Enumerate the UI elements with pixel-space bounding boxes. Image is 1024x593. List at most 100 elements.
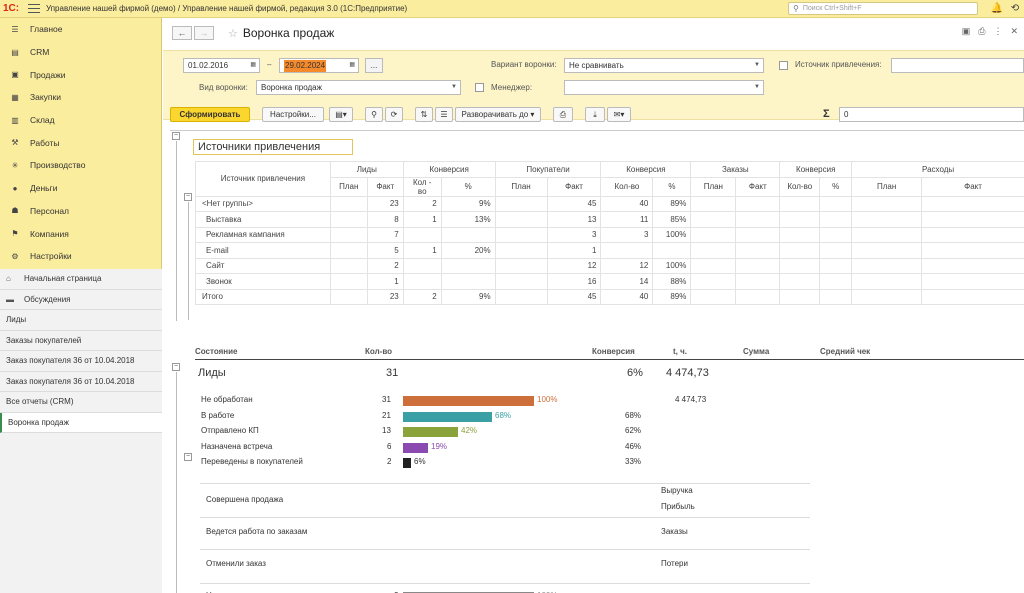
save-icon[interactable]: ▣	[962, 26, 971, 37]
print-button[interactable]: ⎙	[553, 107, 573, 122]
sidebar-item-company[interactable]: ⚑ Компания	[0, 222, 161, 245]
back-button[interactable]: ←	[172, 26, 192, 40]
print-icon[interactable]: ⎙	[978, 26, 985, 37]
source-name-cell[interactable]: Выставка	[195, 211, 331, 228]
collapse-icon[interactable]: −	[184, 453, 192, 461]
forward-button[interactable]: →	[194, 26, 214, 40]
source-name-cell[interactable]: Звонок	[195, 273, 331, 290]
source-select[interactable]	[891, 58, 1024, 73]
table-row[interactable]: Рекламная кампания 7 3 3 100%	[195, 226, 1024, 243]
date-from-field[interactable]: 01.02.2016 ▦	[183, 58, 260, 73]
table-cell: 40	[600, 288, 654, 305]
funnel-stage-label[interactable]: Не обработан	[201, 395, 253, 404]
table-cell: 100%	[652, 257, 692, 274]
sidebar-item-production[interactable]: ✳ Производство	[0, 154, 161, 177]
find-button[interactable]: ⚲	[365, 107, 383, 122]
sidebar-item-settings[interactable]: ⚙ Настройки	[0, 245, 161, 268]
variants-button[interactable]: ▤▾	[329, 107, 353, 122]
download-button[interactable]: ⤓	[585, 107, 605, 122]
sidebar-item-label: Продажи	[30, 69, 66, 80]
open-windows-list: ⌂ Начальная страница ▬ Обсуждения Лиды Зак…	[0, 269, 162, 593]
bell-icon[interactable]: 🔔	[988, 3, 1006, 14]
close-icon[interactable]: ✕	[1010, 26, 1018, 37]
link-customer-orders[interactable]: Заказы покупателей	[0, 331, 162, 351]
table-cell: 85%	[652, 211, 692, 228]
table-row[interactable]: Звонок 1 16 14 88%	[195, 273, 1024, 290]
page-header: ← → ☆ Воронка продаж ▣ ⎙ ⋮ ✕	[163, 18, 1024, 48]
table-cell	[329, 195, 368, 212]
source-name-cell[interactable]: Сайт	[195, 257, 331, 274]
link-discussions[interactable]: ▬ Обсуждения	[0, 290, 162, 310]
funnel-stage-conversion: 62%	[625, 426, 642, 435]
sidebar-item-purchases[interactable]: ▦ Закупки	[0, 86, 161, 109]
email-button[interactable]: ✉▾	[607, 107, 631, 122]
global-search-input[interactable]: ⚲ Поиск Ctrl+Shift+F	[788, 2, 978, 15]
collapse-icon[interactable]: −	[184, 193, 192, 201]
table-cell: 45	[546, 195, 602, 212]
outcome-label[interactable]: Отменили заказ	[206, 559, 266, 568]
source-name-cell[interactable]: Итого	[195, 288, 331, 305]
source-name-cell[interactable]: <Нет группы>	[195, 195, 331, 212]
sidebar-item-sales[interactable]: ▣ Продажи	[0, 63, 161, 86]
generate-button[interactable]: Сформировать	[170, 107, 250, 122]
manager-checkbox[interactable]	[475, 83, 484, 92]
sidebar-item-money[interactable]: ● Деньги	[0, 177, 161, 200]
date-to-field[interactable]: 29.02.2024 ▦	[279, 58, 359, 73]
favorite-star-icon[interactable]: ☆	[228, 27, 238, 40]
group-button[interactable]: ☰	[435, 107, 453, 122]
table-row[interactable]: Сайт 2 12 12 100%	[195, 257, 1024, 274]
sidebar-item-crm[interactable]: ▤ CRM	[0, 41, 161, 64]
link-home[interactable]: ⌂ Начальная страница	[0, 269, 162, 290]
sidebar-item-works[interactable]: ⚒ Работы	[0, 131, 161, 154]
source-name-cell[interactable]: Рекламная кампания	[195, 226, 331, 243]
calendar-icon[interactable]: ▦	[250, 59, 256, 72]
table-cell	[735, 226, 781, 243]
table-cell	[921, 257, 1024, 274]
sort-icon: ⇅	[420, 110, 428, 119]
table-row[interactable]: E-mail 5 1 20% 1	[195, 242, 1024, 259]
table-cell: 45	[546, 288, 602, 305]
funnel-stage-label[interactable]: Назначена встреча	[201, 442, 272, 451]
outcome-label[interactable]: Ведется работа по заказам	[206, 527, 307, 536]
table-row[interactable]: Выставка 8 1 13% 13 11 85%	[195, 211, 1024, 228]
table-cell: 1	[366, 273, 404, 290]
sidebar-item-warehouse[interactable]: ▥ Склад	[0, 109, 161, 132]
sort-button[interactable]: ⇅	[415, 107, 433, 122]
calendar-icon[interactable]: ▦	[349, 59, 355, 72]
table-row[interactable]: <Нет группы> 23 2 9% 45 40 89%	[195, 195, 1024, 212]
history-icon[interactable]: ⟲	[1006, 3, 1024, 14]
table-cell: 3	[600, 226, 654, 243]
more-icon[interactable]: ⋮	[993, 26, 1002, 37]
funnel-type-select[interactable]: Воронка продаж ▼	[256, 80, 461, 95]
link-customer-order-36-b[interactable]: Заказ покупателя 36 от 10.04.2018	[0, 372, 162, 392]
table-cell: 1	[546, 242, 602, 259]
period-select-button[interactable]: ...	[365, 58, 383, 73]
collapse-icon[interactable]: −	[172, 132, 180, 140]
link-leads[interactable]: Лиды	[0, 310, 162, 331]
funnel-variant-select[interactable]: Не сравнивать ▼	[564, 58, 764, 73]
sidebar-item-staff[interactable]: ☗ Персонал	[0, 200, 161, 223]
link-sales-funnel[interactable]: Воронка продаж	[0, 412, 162, 433]
download-icon: ⤓	[593, 110, 597, 119]
settings-button[interactable]: Настройки...	[262, 107, 324, 122]
funnel-stage-label[interactable]: Переведены в покупателей	[201, 457, 303, 466]
source-name-cell[interactable]: E-mail	[195, 242, 331, 259]
funnel-stage-label[interactable]: В работе	[201, 411, 234, 420]
link-all-reports[interactable]: Все отчеты (CRM)	[0, 392, 162, 413]
sidebar-item-label: Закупки	[30, 92, 61, 103]
funnel-type-label: Вид воронки:	[199, 83, 248, 92]
sidebar-item-main[interactable]: ☰ Главное	[0, 18, 161, 41]
col-sub: План	[494, 176, 548, 197]
main-menu-icon[interactable]	[28, 4, 40, 13]
funnel-stage-label[interactable]: Отправлено КП	[201, 426, 259, 435]
source-checkbox[interactable]	[779, 61, 788, 70]
find-clear-button[interactable]: ⟳	[385, 107, 403, 122]
manager-select[interactable]: ▼	[564, 80, 764, 95]
leads-conv: 6%	[627, 367, 643, 379]
link-customer-order-36[interactable]: Заказ покупателя 36 от 10.04.2018	[0, 351, 162, 372]
collapse-icon[interactable]: −	[172, 363, 180, 371]
expand-to-button[interactable]: Разворачивать до ▾	[455, 107, 541, 122]
conv-header: Конверсия	[592, 347, 635, 356]
table-row[interactable]: Итого 23 2 9% 45 40 89%	[195, 288, 1024, 305]
outcome-label[interactable]: Совершена продажа	[206, 495, 283, 504]
